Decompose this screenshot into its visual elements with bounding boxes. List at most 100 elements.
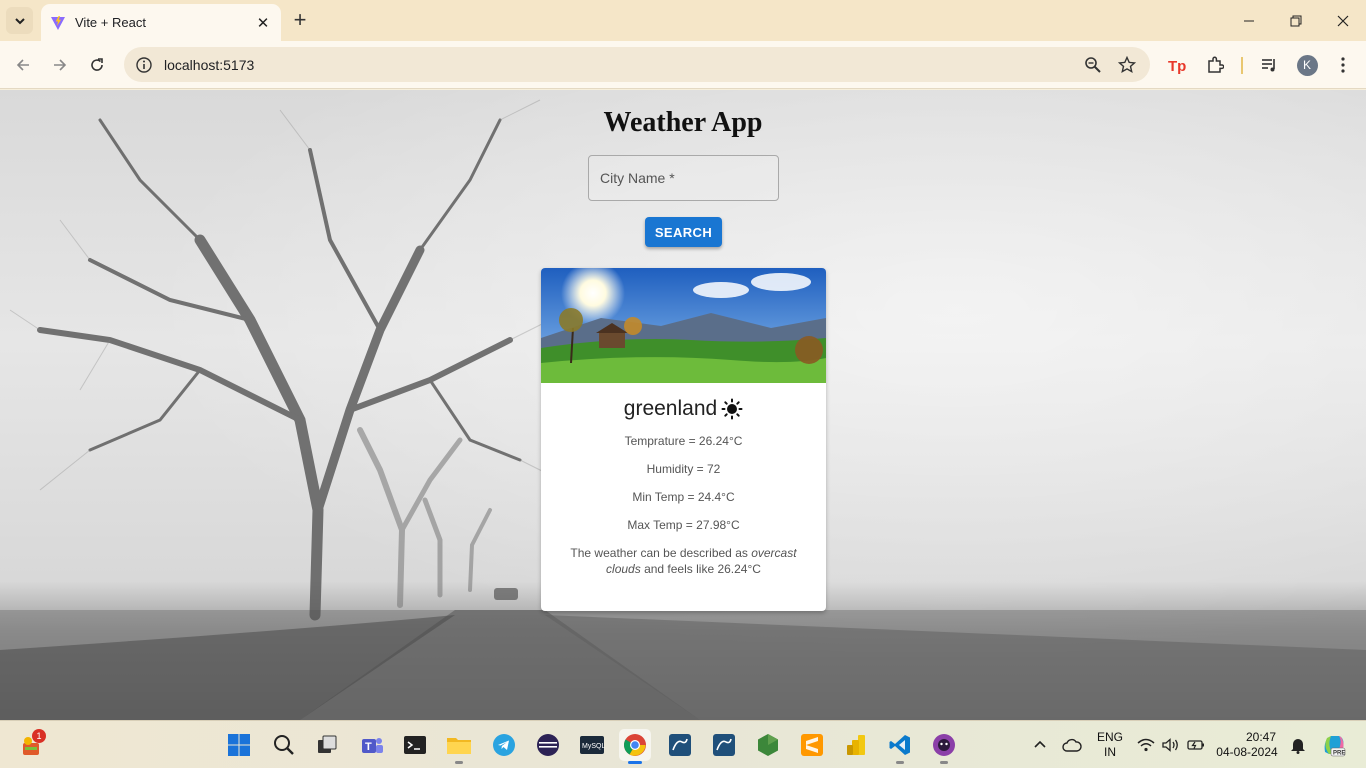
close-icon — [1337, 15, 1349, 26]
taskbar-vscode[interactable] — [884, 729, 916, 764]
taskbar-eclipse[interactable] — [532, 729, 564, 761]
restore-button[interactable] — [1273, 0, 1319, 41]
region-code: IN — [1104, 745, 1116, 759]
taskbar-sublime-text[interactable] — [796, 729, 828, 761]
menu-more-icon[interactable] — [1332, 54, 1354, 76]
chrome-icon — [624, 734, 646, 756]
reload-button[interactable] — [84, 52, 110, 78]
sublime-text-icon — [801, 734, 823, 756]
taskbar-mysql-shell[interactable]: MySQL — [576, 729, 608, 761]
profile-avatar[interactable]: K — [1296, 54, 1318, 76]
bookmark-star-icon[interactable] — [1116, 54, 1138, 76]
city-name-input[interactable]: City Name * — [588, 155, 779, 201]
svg-text:Tp: Tp — [1168, 58, 1186, 74]
notifications-button[interactable] — [1284, 729, 1312, 761]
address-bar[interactable]: localhost:5173 — [124, 47, 1150, 82]
reload-icon — [91, 58, 103, 71]
zoom-icon[interactable] — [1082, 54, 1104, 76]
card-city-heading: greenland — [541, 397, 826, 421]
taskbar-mysql-workbench[interactable] — [664, 729, 696, 761]
media-controls-icon[interactable] — [1258, 54, 1280, 76]
widgets-button[interactable]: 1 — [15, 729, 47, 761]
taskbar-terminal[interactable] — [399, 729, 431, 761]
running-indicator — [628, 761, 642, 764]
taskbar-chrome[interactable] — [619, 729, 651, 764]
eclipse-icon — [537, 734, 559, 756]
running-indicator — [896, 761, 904, 764]
close-window-button[interactable] — [1320, 0, 1366, 41]
max-temp-text: Max Temp = 27.98°C — [627, 518, 740, 532]
taskbar-mysql-workbench-2[interactable] — [708, 729, 740, 761]
toolbar-divider — [1241, 57, 1243, 74]
clock-time: 20:47 — [1245, 730, 1276, 744]
battery-icon — [1187, 740, 1204, 750]
bell-icon — [1291, 739, 1305, 754]
description-suffix: and feels like 26.24°C — [640, 562, 761, 576]
tab-close-icon[interactable]: ✕ — [253, 13, 273, 33]
browser-toolbar: localhost:5173 Tp K — [0, 41, 1366, 89]
description-prefix: The weather can be described as — [570, 546, 752, 560]
svg-text:T: T — [365, 741, 372, 753]
app-title: Weather App — [603, 107, 763, 138]
profile-initial: K — [1296, 54, 1318, 76]
search-button[interactable]: SEARCH — [645, 217, 722, 247]
running-indicator — [940, 761, 948, 764]
volume-button[interactable] — [1158, 729, 1184, 761]
browser-tab[interactable]: Vite + React ✕ — [41, 4, 281, 41]
taskbar-power-bi[interactable] — [840, 729, 872, 761]
new-tab-button[interactable]: + — [289, 9, 311, 31]
minimize-button[interactable] — [1226, 0, 1272, 41]
forward-button[interactable] — [47, 52, 73, 78]
windows-logo-icon — [228, 734, 250, 756]
battery-button[interactable] — [1183, 729, 1209, 761]
tab-search-button[interactable] — [6, 7, 33, 34]
github-desktop-icon — [933, 734, 955, 756]
mysql-workbench-icon — [669, 734, 691, 756]
power-bi-icon — [847, 735, 865, 755]
cloud-icon — [1062, 738, 1082, 752]
arrow-left-icon — [16, 59, 29, 71]
search-icon — [274, 735, 294, 755]
taskbar-teams[interactable]: T — [356, 729, 388, 761]
extensions-puzzle-icon[interactable] — [1204, 54, 1226, 76]
sunny-icon — [721, 398, 743, 420]
taskbar-nodejs[interactable] — [752, 729, 784, 761]
wifi-icon — [1137, 738, 1155, 752]
start-button[interactable] — [223, 729, 255, 761]
clock-date: 04-08-2024 — [1216, 745, 1278, 759]
temperature-text: Temprature = 26.24°C — [624, 434, 743, 448]
card-city-name: greenland — [623, 397, 718, 420]
onedrive-button[interactable] — [1056, 729, 1088, 761]
clock[interactable]: 20:47 04-08-2024 — [1214, 730, 1280, 760]
task-view-icon — [318, 735, 337, 753]
taskbar-github-desktop[interactable] — [928, 729, 960, 764]
taskbar-telegram[interactable] — [488, 729, 520, 761]
min-temp-text: Min Temp = 24.4°C — [632, 490, 735, 504]
city-name-placeholder: City Name * — [600, 170, 675, 186]
language-indicator[interactable]: ENG IN — [1092, 730, 1128, 760]
volume-icon — [1162, 738, 1178, 752]
telegram-icon — [493, 734, 515, 756]
vite-logo-icon — [51, 15, 65, 30]
site-info-icon[interactable] — [135, 56, 153, 74]
restore-icon — [1290, 15, 1302, 26]
back-button[interactable] — [10, 52, 36, 78]
humidity-text: Humidity = 72 — [646, 462, 721, 476]
teams-icon: T — [362, 738, 383, 753]
mysql-workbench-icon — [713, 734, 735, 756]
show-hidden-icons-button[interactable] — [1024, 729, 1056, 761]
taskbar-file-explorer[interactable] — [443, 729, 475, 764]
weather-card: greenland Temprature = 26.24°C Humidity … — [541, 268, 826, 611]
mysql-shell-icon: MySQL — [580, 736, 605, 754]
weather-description: The weather can be described as overcast… — [569, 545, 798, 577]
minimize-icon — [1244, 20, 1254, 21]
copilot-icon: PRE — [1324, 736, 1345, 757]
windows-taskbar: 1 T MySQL ENG IN 20:47 04-08-2024 PRE — [0, 720, 1366, 768]
address-url: localhost:5173 — [164, 56, 255, 73]
task-view-button[interactable] — [311, 729, 343, 761]
taskbar-search-button[interactable] — [268, 729, 300, 761]
wifi-button[interactable] — [1132, 729, 1160, 761]
copilot-button[interactable]: PRE — [1318, 729, 1350, 761]
tp-extension-icon[interactable]: Tp — [1167, 54, 1189, 76]
terminal-icon — [404, 736, 426, 754]
